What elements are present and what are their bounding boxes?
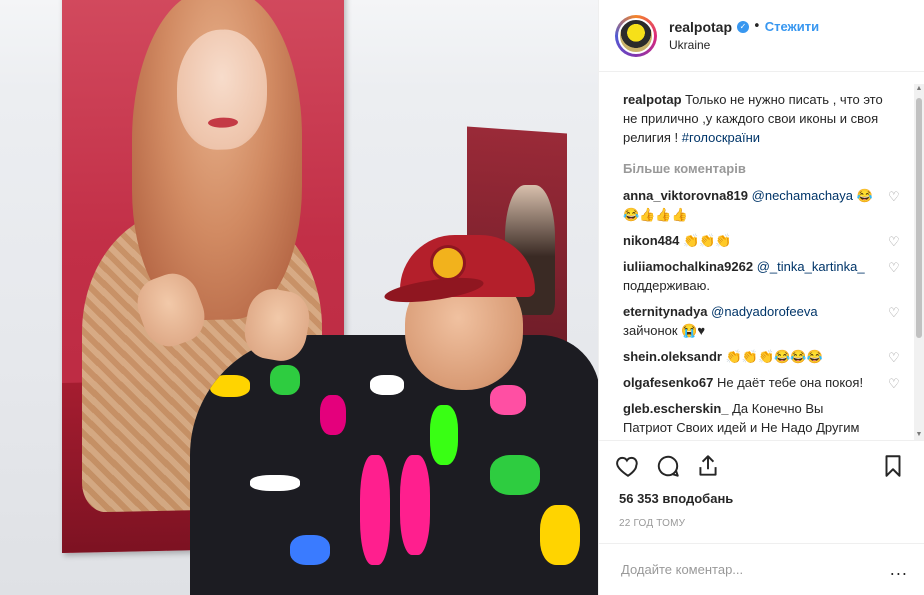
comment-username[interactable]: eternitynadya: [623, 304, 708, 319]
comment-text: 👏👏👏: [682, 233, 732, 248]
comment-text: зайчонок 😭♥: [623, 323, 706, 338]
verified-badge-icon: ✓: [737, 20, 750, 33]
comment-item: eternitynadya @nadyadorofeeva зайчонок 😭…: [623, 302, 900, 340]
man-jacket: [190, 335, 598, 595]
scroll-down-arrow-icon[interactable]: ▼: [914, 430, 924, 440]
comment-username[interactable]: gleb.escherskin_: [623, 401, 729, 416]
caption-username[interactable]: realpotap: [623, 92, 682, 107]
post-timestamp[interactable]: 22 ГОД ТОМУ: [599, 510, 924, 540]
comment-item: anna_viktorovna819 @nechamachaya 😂😂👍👍👍 ♡: [623, 186, 900, 224]
comment-username[interactable]: anna_viktorovna819: [623, 188, 748, 203]
separator: •: [753, 18, 761, 34]
share-arrow-icon[interactable]: [695, 453, 723, 481]
comment-text: Не даёт тебе она покоя!: [716, 375, 864, 390]
heart-icon[interactable]: ♡: [888, 190, 902, 204]
comment-item: gleb.escherskin_ Да Конечно Вы Патриот С…: [623, 399, 900, 440]
comment-item: iuliiamochalkina9262 @_tinka_kartinka_ п…: [623, 257, 900, 295]
heart-icon[interactable]: ♡: [888, 351, 902, 365]
comment-mention[interactable]: @_tinka_kartinka_: [757, 259, 865, 274]
follow-button[interactable]: Стежити: [765, 18, 819, 36]
heart-icon[interactable]: ♡: [888, 377, 902, 391]
story-ring[interactable]: [615, 14, 657, 57]
post-panel: realpotap ✓ • Стежити Ukraine realpotap …: [598, 0, 924, 595]
comment-text: поддерживаю.: [623, 278, 710, 293]
comment-item: shein.oleksandr 👏👏👏😂😂😂 ♡: [623, 347, 900, 366]
comment-username[interactable]: olgafesenko67: [623, 375, 713, 390]
add-comment-bar: ...: [599, 543, 924, 595]
comment-item: olgafesenko67 Не даёт тебе она покоя! ♡: [623, 373, 900, 392]
scroll-up-arrow-icon[interactable]: ▲: [914, 84, 924, 94]
likes-count[interactable]: 56 353 вподобань: [599, 486, 924, 510]
instagram-post: realpotap ✓ • Стежити Ukraine realpotap …: [0, 0, 924, 595]
comment-bubble-icon[interactable]: [655, 453, 683, 481]
comment-username[interactable]: shein.oleksandr: [623, 349, 722, 364]
avatar[interactable]: [618, 17, 654, 54]
comment-item: nikon484 👏👏👏 ♡: [623, 231, 900, 250]
location-link[interactable]: Ukraine: [669, 36, 819, 54]
post-header: realpotap ✓ • Стежити Ukraine: [599, 0, 924, 72]
heart-outline-icon[interactable]: [615, 453, 643, 481]
comment-text: 👏👏👏😂😂😂: [725, 349, 823, 364]
action-bar: [599, 440, 924, 486]
heart-icon[interactable]: ♡: [888, 235, 902, 249]
heart-icon[interactable]: ♡: [888, 261, 902, 275]
comments-section: realpotap Только не нужно писать , что э…: [599, 72, 924, 440]
load-more-comments-button[interactable]: Більше коментарів: [623, 159, 900, 178]
comment-input[interactable]: [619, 561, 890, 578]
caption: realpotap Только не нужно писать , что э…: [623, 90, 900, 147]
comment-mention[interactable]: @nechamachaya: [752, 188, 853, 203]
comment-mention[interactable]: @nadyadorofeeva: [711, 304, 817, 319]
hashtag-link[interactable]: #голоскраїни: [682, 130, 760, 145]
author-username[interactable]: realpotap: [669, 18, 732, 36]
comment-username[interactable]: nikon484: [623, 233, 679, 248]
comments-scrollbar[interactable]: ▲ ▼: [914, 84, 924, 440]
cap-logo: [430, 245, 466, 281]
comment-username[interactable]: iuliiamochalkina9262: [623, 259, 753, 274]
scroll-thumb[interactable]: [916, 98, 922, 338]
bookmark-icon[interactable]: [880, 453, 908, 481]
more-options-icon[interactable]: ...: [890, 560, 908, 579]
heart-icon[interactable]: ♡: [888, 306, 902, 320]
post-photo[interactable]: [0, 0, 598, 595]
